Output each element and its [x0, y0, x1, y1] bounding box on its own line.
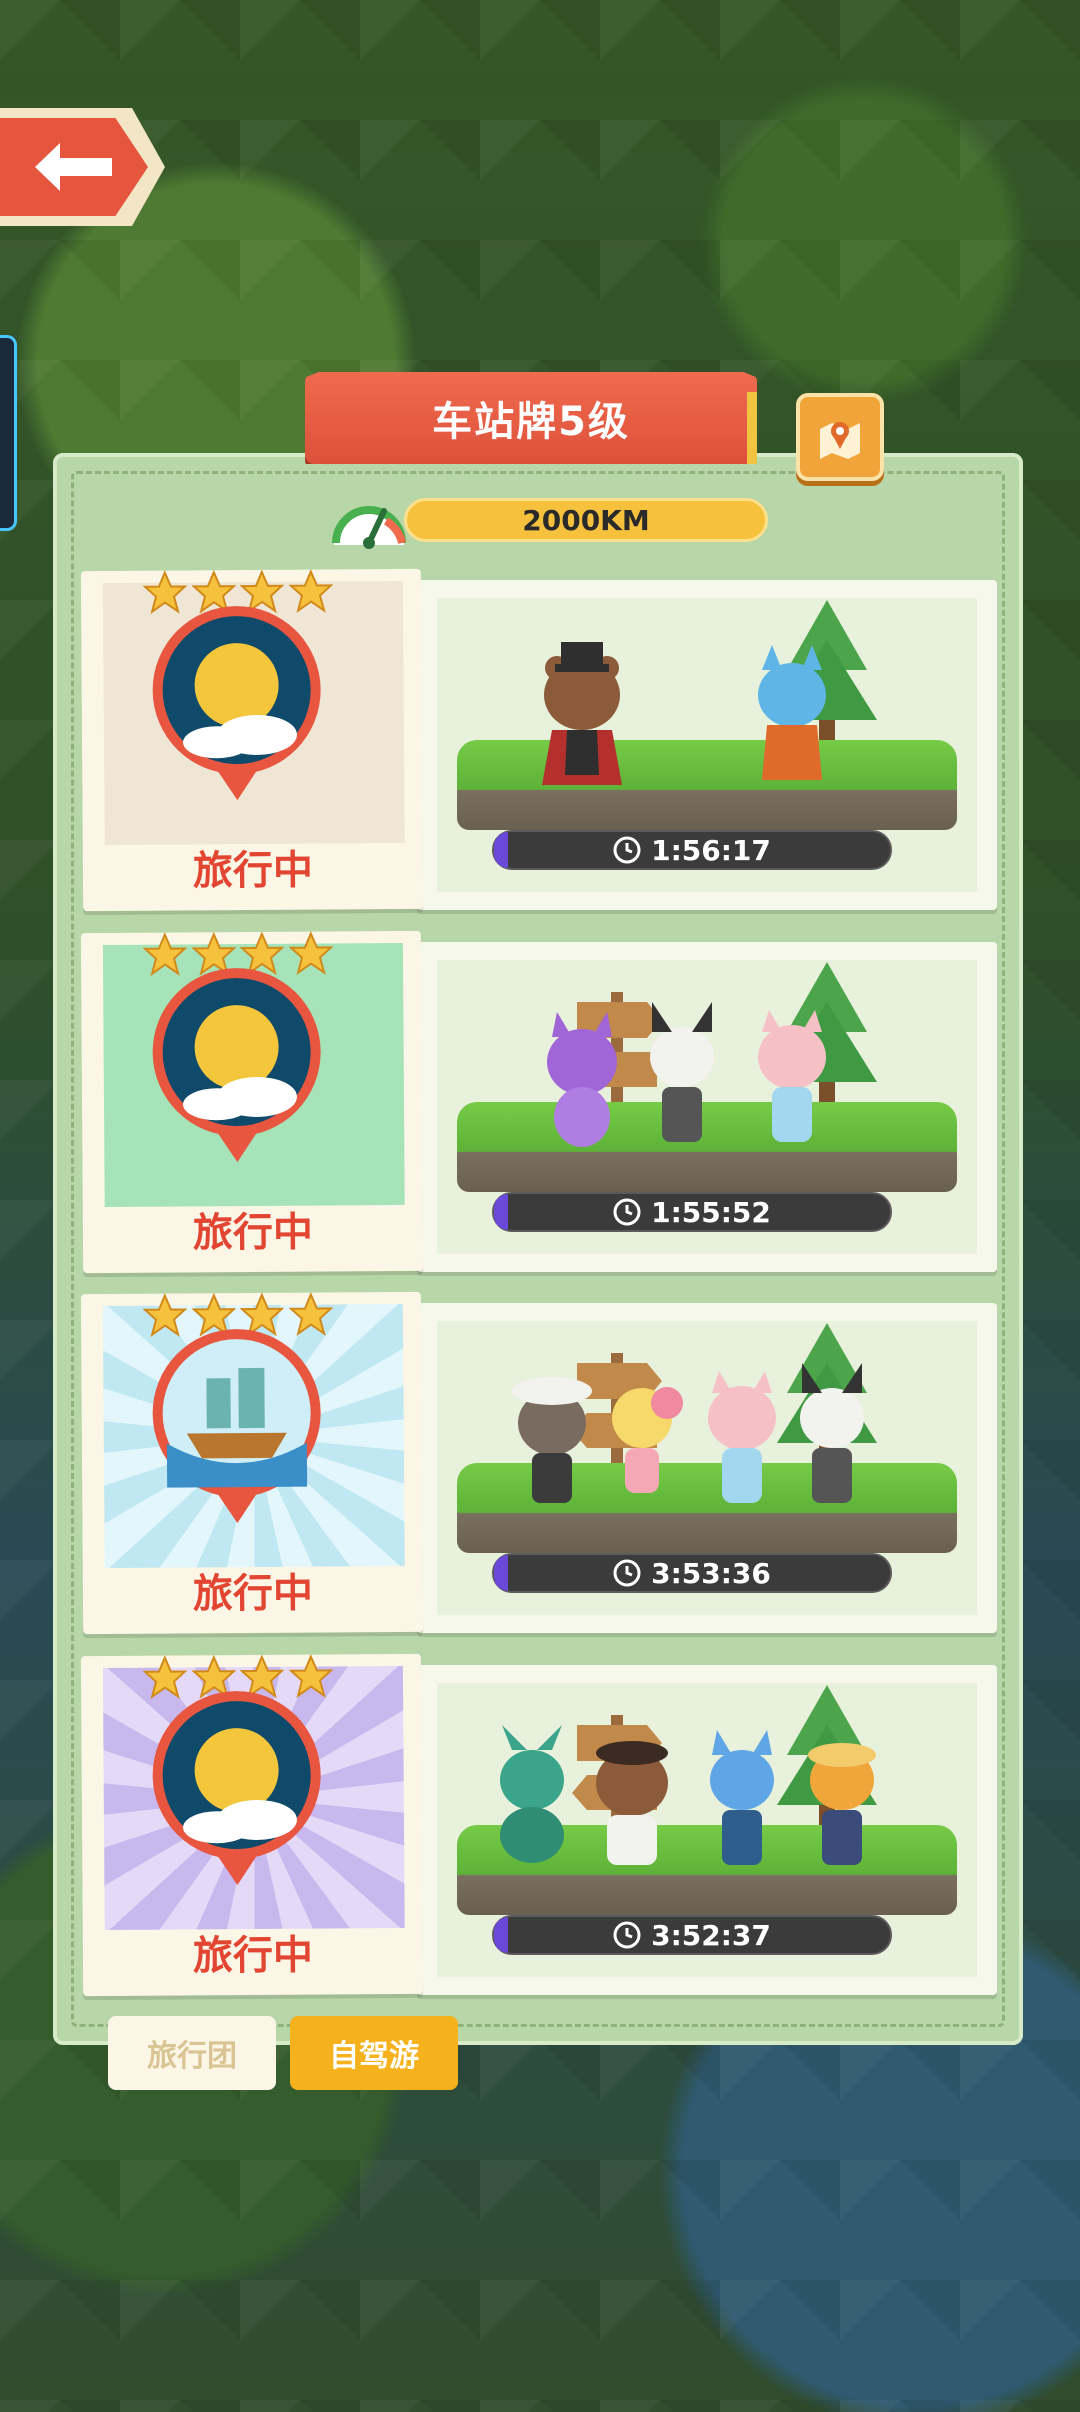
travel-status: 旅行中: [192, 847, 314, 895]
map-pin-icon: [820, 422, 860, 459]
pink-cat-character: [758, 1010, 826, 1142]
blue-cat-character: [758, 645, 826, 780]
distance-bar: 2000KM: [404, 498, 768, 542]
travel-timer: 1:55:52: [492, 1192, 892, 1232]
moon-badge-icon: [152, 1691, 321, 1886]
scene-panel: 1:55:52: [417, 942, 997, 1272]
bear-character: [596, 1741, 668, 1865]
timer-progress-fill: [494, 1194, 508, 1230]
status-photo: 旅行中: [80, 1291, 424, 1635]
white-wolf-character: [800, 1363, 864, 1503]
blue-wolf-character: [710, 1730, 774, 1865]
status-photo: 旅行中: [80, 930, 424, 1274]
status-photo: 旅行中: [80, 1653, 424, 1997]
moon-badge-icon: [152, 606, 321, 801]
fruit-character: [612, 1387, 683, 1493]
ship-badge-icon: [152, 1329, 321, 1524]
scene-panel: 3:52:37: [417, 1665, 997, 1995]
back-arrow-icon: [35, 143, 112, 191]
travel-card-4[interactable]: 3:52:37 旅行中: [80, 1653, 1000, 1999]
travel-timer: 3:52:37: [492, 1915, 892, 1955]
travel-status: 旅行中: [192, 1209, 314, 1257]
clock-icon: [613, 836, 641, 864]
scene-panel: 1:56:17: [417, 580, 997, 910]
tab-group-tour[interactable]: 旅行团: [108, 2016, 276, 2090]
clock-icon: [613, 1559, 641, 1587]
travel-timer: 1:56:17: [492, 830, 892, 870]
speed-gauge-icon: [332, 506, 406, 549]
timer-progress-fill: [494, 1917, 508, 1953]
timer-text: 3:52:37: [651, 1918, 771, 1952]
green-dragon-character: [500, 1725, 564, 1863]
scene-panel: 3:53:36: [417, 1303, 997, 1633]
timer-progress-fill: [494, 832, 508, 868]
timer-text: 1:56:17: [651, 833, 771, 867]
clock-icon: [613, 1921, 641, 1949]
travel-status: 旅行中: [192, 1932, 314, 1980]
side-drawer-tab[interactable]: [0, 335, 17, 531]
timer-text: 3:53:36: [651, 1556, 771, 1590]
map-button[interactable]: [796, 393, 884, 481]
travel-card-1[interactable]: 1:56:17 旅行中: [80, 568, 1000, 914]
travel-status: 旅行中: [192, 1570, 314, 1618]
back-button[interactable]: [0, 108, 165, 226]
white-wolf-character: [650, 1002, 714, 1142]
travel-card-3[interactable]: 3:53:36 旅行中: [80, 1291, 1000, 1637]
timer-text: 1:55:52: [651, 1195, 771, 1229]
station-title: 车站牌5级: [432, 399, 630, 445]
clock-icon: [613, 1198, 641, 1226]
distance-value: 2000KM: [522, 503, 650, 537]
travel-card-2[interactable]: 1:55:52 旅行中: [80, 930, 1000, 1276]
tab-self-drive-label: 自驾游: [329, 2039, 419, 2074]
purple-cat-character: [547, 1012, 617, 1147]
tab-self-drive[interactable]: 自驾游: [290, 2016, 458, 2090]
moon-badge-icon: [152, 968, 321, 1163]
station-level-banner: 车站牌5级: [305, 372, 757, 464]
bear-magician-character: [542, 642, 622, 785]
shiba-character: [808, 1743, 876, 1865]
travel-timer: 3:53:36: [492, 1553, 892, 1593]
tab-group-tour-label: 旅行团: [147, 2039, 237, 2074]
timer-progress-fill: [494, 1555, 508, 1591]
status-photo: 旅行中: [80, 568, 424, 912]
